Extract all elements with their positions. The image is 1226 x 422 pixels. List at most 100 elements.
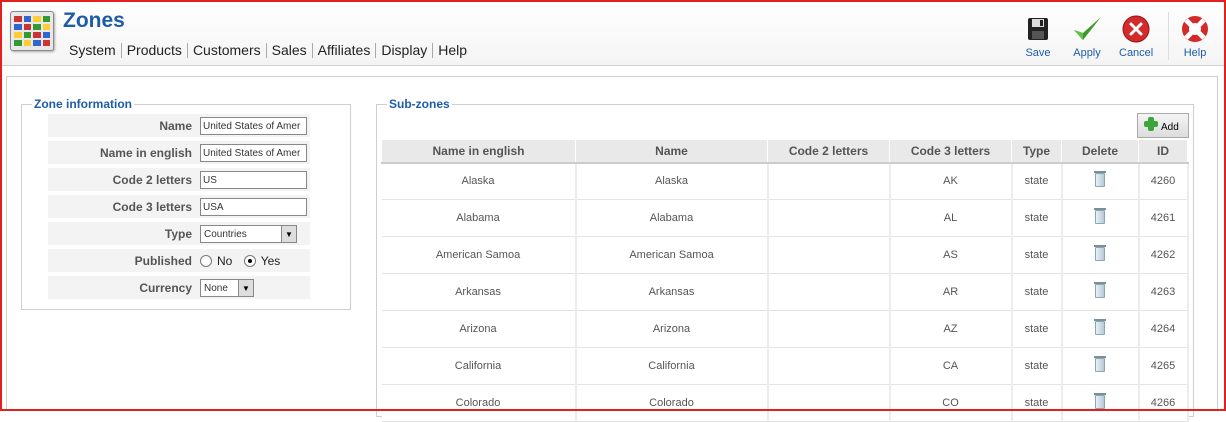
column-header-code3[interactable]: Code 3 letters — [889, 139, 1012, 164]
code3-label: Code 3 letters — [112, 200, 192, 214]
cell-code2[interactable] — [766, 162, 891, 200]
published-no-radio[interactable]: No — [200, 254, 232, 268]
trash-icon[interactable] — [1094, 318, 1106, 335]
cell-code3[interactable]: AK — [889, 162, 1013, 200]
zones-logo-icon — [10, 11, 54, 51]
menu-item-help[interactable]: Help — [433, 42, 472, 58]
currency-select-value: None — [204, 282, 228, 294]
cell-code3[interactable]: AS — [889, 236, 1013, 274]
cell-delete — [1061, 310, 1140, 348]
column-header-type[interactable]: Type — [1011, 139, 1062, 164]
cell-code2[interactable] — [766, 310, 891, 348]
column-header-id[interactable]: ID — [1138, 139, 1188, 164]
cell-name[interactable]: Alaska — [575, 162, 769, 200]
table-row: Alaska Alaska AK state 4260 — [381, 162, 1189, 200]
cell-id: 4263 — [1138, 273, 1189, 311]
code2-label: Code 2 letters — [112, 173, 192, 187]
trash-icon[interactable] — [1094, 355, 1106, 372]
cell-code2[interactable] — [766, 273, 891, 311]
cell-id: 4260 — [1138, 162, 1189, 200]
column-header-name-english[interactable]: Name in english — [381, 139, 576, 164]
cell-name-english[interactable]: Arizona — [381, 310, 577, 348]
cell-code2[interactable] — [766, 199, 891, 237]
form-row-published: Published No Yes — [48, 249, 310, 273]
cell-code2[interactable] — [766, 384, 891, 422]
form-row-name: Name United States of Amer — [48, 114, 310, 138]
name-input[interactable]: United States of Amer — [200, 117, 307, 135]
radio-button-checked-icon — [243, 255, 256, 267]
table-row: California California CA state 4265 — [381, 347, 1189, 385]
cell-name[interactable]: Colorado — [575, 384, 769, 422]
cell-name-english[interactable]: California — [381, 347, 577, 385]
trash-icon[interactable] — [1094, 244, 1106, 261]
table-row: American Samoa American Samoa AS state 4… — [381, 236, 1189, 274]
cell-name[interactable]: Alabama — [575, 199, 769, 237]
cell-delete — [1061, 347, 1140, 385]
chevron-down-icon: ▼ — [281, 226, 296, 242]
add-subzone-button[interactable]: Add — [1137, 113, 1189, 138]
published-yes-radio[interactable]: Yes — [243, 254, 281, 268]
column-header-delete: Delete — [1061, 139, 1139, 164]
code2-input[interactable]: US — [200, 171, 307, 189]
currency-select[interactable]: None ▼ — [200, 279, 254, 297]
cell-type: state — [1011, 273, 1063, 311]
trash-icon[interactable] — [1094, 392, 1106, 409]
save-label: Save — [1025, 47, 1051, 59]
trash-icon[interactable] — [1094, 281, 1106, 298]
menu-item-sales[interactable]: Sales — [267, 42, 312, 58]
chevron-down-icon: ▼ — [238, 280, 253, 296]
cell-id: 4261 — [1138, 199, 1189, 237]
cell-delete — [1061, 162, 1140, 200]
apply-button[interactable]: Apply — [1071, 14, 1103, 59]
name-english-input[interactable]: United States of Amer — [200, 144, 307, 162]
cell-type: state — [1011, 162, 1063, 200]
cell-name[interactable]: Arizona — [575, 310, 769, 348]
cell-name[interactable]: California — [575, 347, 769, 385]
cell-name-english[interactable]: Alabama — [381, 199, 577, 237]
published-no-label: No — [217, 254, 233, 268]
help-label: Help — [1183, 47, 1207, 59]
subzones-legend: Sub-zones — [389, 97, 450, 111]
column-header-name[interactable]: Name — [575, 139, 768, 164]
published-yes-label: Yes — [260, 254, 281, 268]
cell-code3[interactable]: AR — [889, 273, 1013, 311]
cell-delete — [1061, 236, 1140, 274]
menu-item-affiliates[interactable]: Affiliates — [313, 42, 376, 58]
table-row: Colorado Colorado CO state 4266 — [381, 384, 1189, 422]
cell-code3[interactable]: CO — [889, 384, 1013, 422]
form-row-currency: Currency None ▼ — [48, 276, 310, 300]
menu-item-display[interactable]: Display — [376, 42, 432, 58]
save-button[interactable]: Save — [1022, 14, 1054, 59]
checkmark-icon — [1071, 14, 1103, 44]
menu-item-system[interactable]: System — [69, 42, 121, 58]
cancel-button[interactable]: Cancel — [1119, 14, 1153, 59]
cell-name-english[interactable]: Arkansas — [381, 273, 577, 311]
cell-name-english[interactable]: Alaska — [381, 162, 577, 200]
name-label: Name — [159, 119, 192, 133]
help-button[interactable]: Help — [1179, 14, 1211, 59]
trash-icon[interactable] — [1094, 207, 1106, 224]
cell-name[interactable]: Arkansas — [575, 273, 769, 311]
code3-input[interactable]: USA — [200, 198, 307, 216]
cell-delete — [1061, 199, 1140, 237]
trash-icon[interactable] — [1094, 170, 1106, 187]
cell-code3[interactable]: AL — [889, 199, 1013, 237]
cell-name[interactable]: American Samoa — [575, 236, 769, 274]
cell-name-english[interactable]: American Samoa — [381, 236, 577, 274]
subzones-table: Name in english Name Code 2 letters Code… — [381, 139, 1189, 422]
cell-code3[interactable]: AZ — [889, 310, 1013, 348]
type-select[interactable]: Countries ▼ — [200, 225, 297, 243]
name-english-label: Name in english — [99, 146, 192, 160]
column-header-code2[interactable]: Code 2 letters — [767, 139, 890, 164]
cell-delete — [1061, 384, 1140, 422]
menu-item-products[interactable]: Products — [122, 42, 187, 58]
cell-name-english[interactable]: Colorado — [381, 384, 577, 422]
cell-code2[interactable] — [766, 347, 891, 385]
menu-item-customers[interactable]: Customers — [188, 42, 266, 58]
cell-code3[interactable]: CA — [889, 347, 1013, 385]
form-row-type: Type Countries ▼ — [48, 222, 310, 246]
cell-code2[interactable] — [766, 236, 891, 274]
cell-type: state — [1011, 310, 1063, 348]
type-select-value: Countries — [204, 228, 247, 240]
table-row: Arizona Arizona AZ state 4264 — [381, 310, 1189, 348]
